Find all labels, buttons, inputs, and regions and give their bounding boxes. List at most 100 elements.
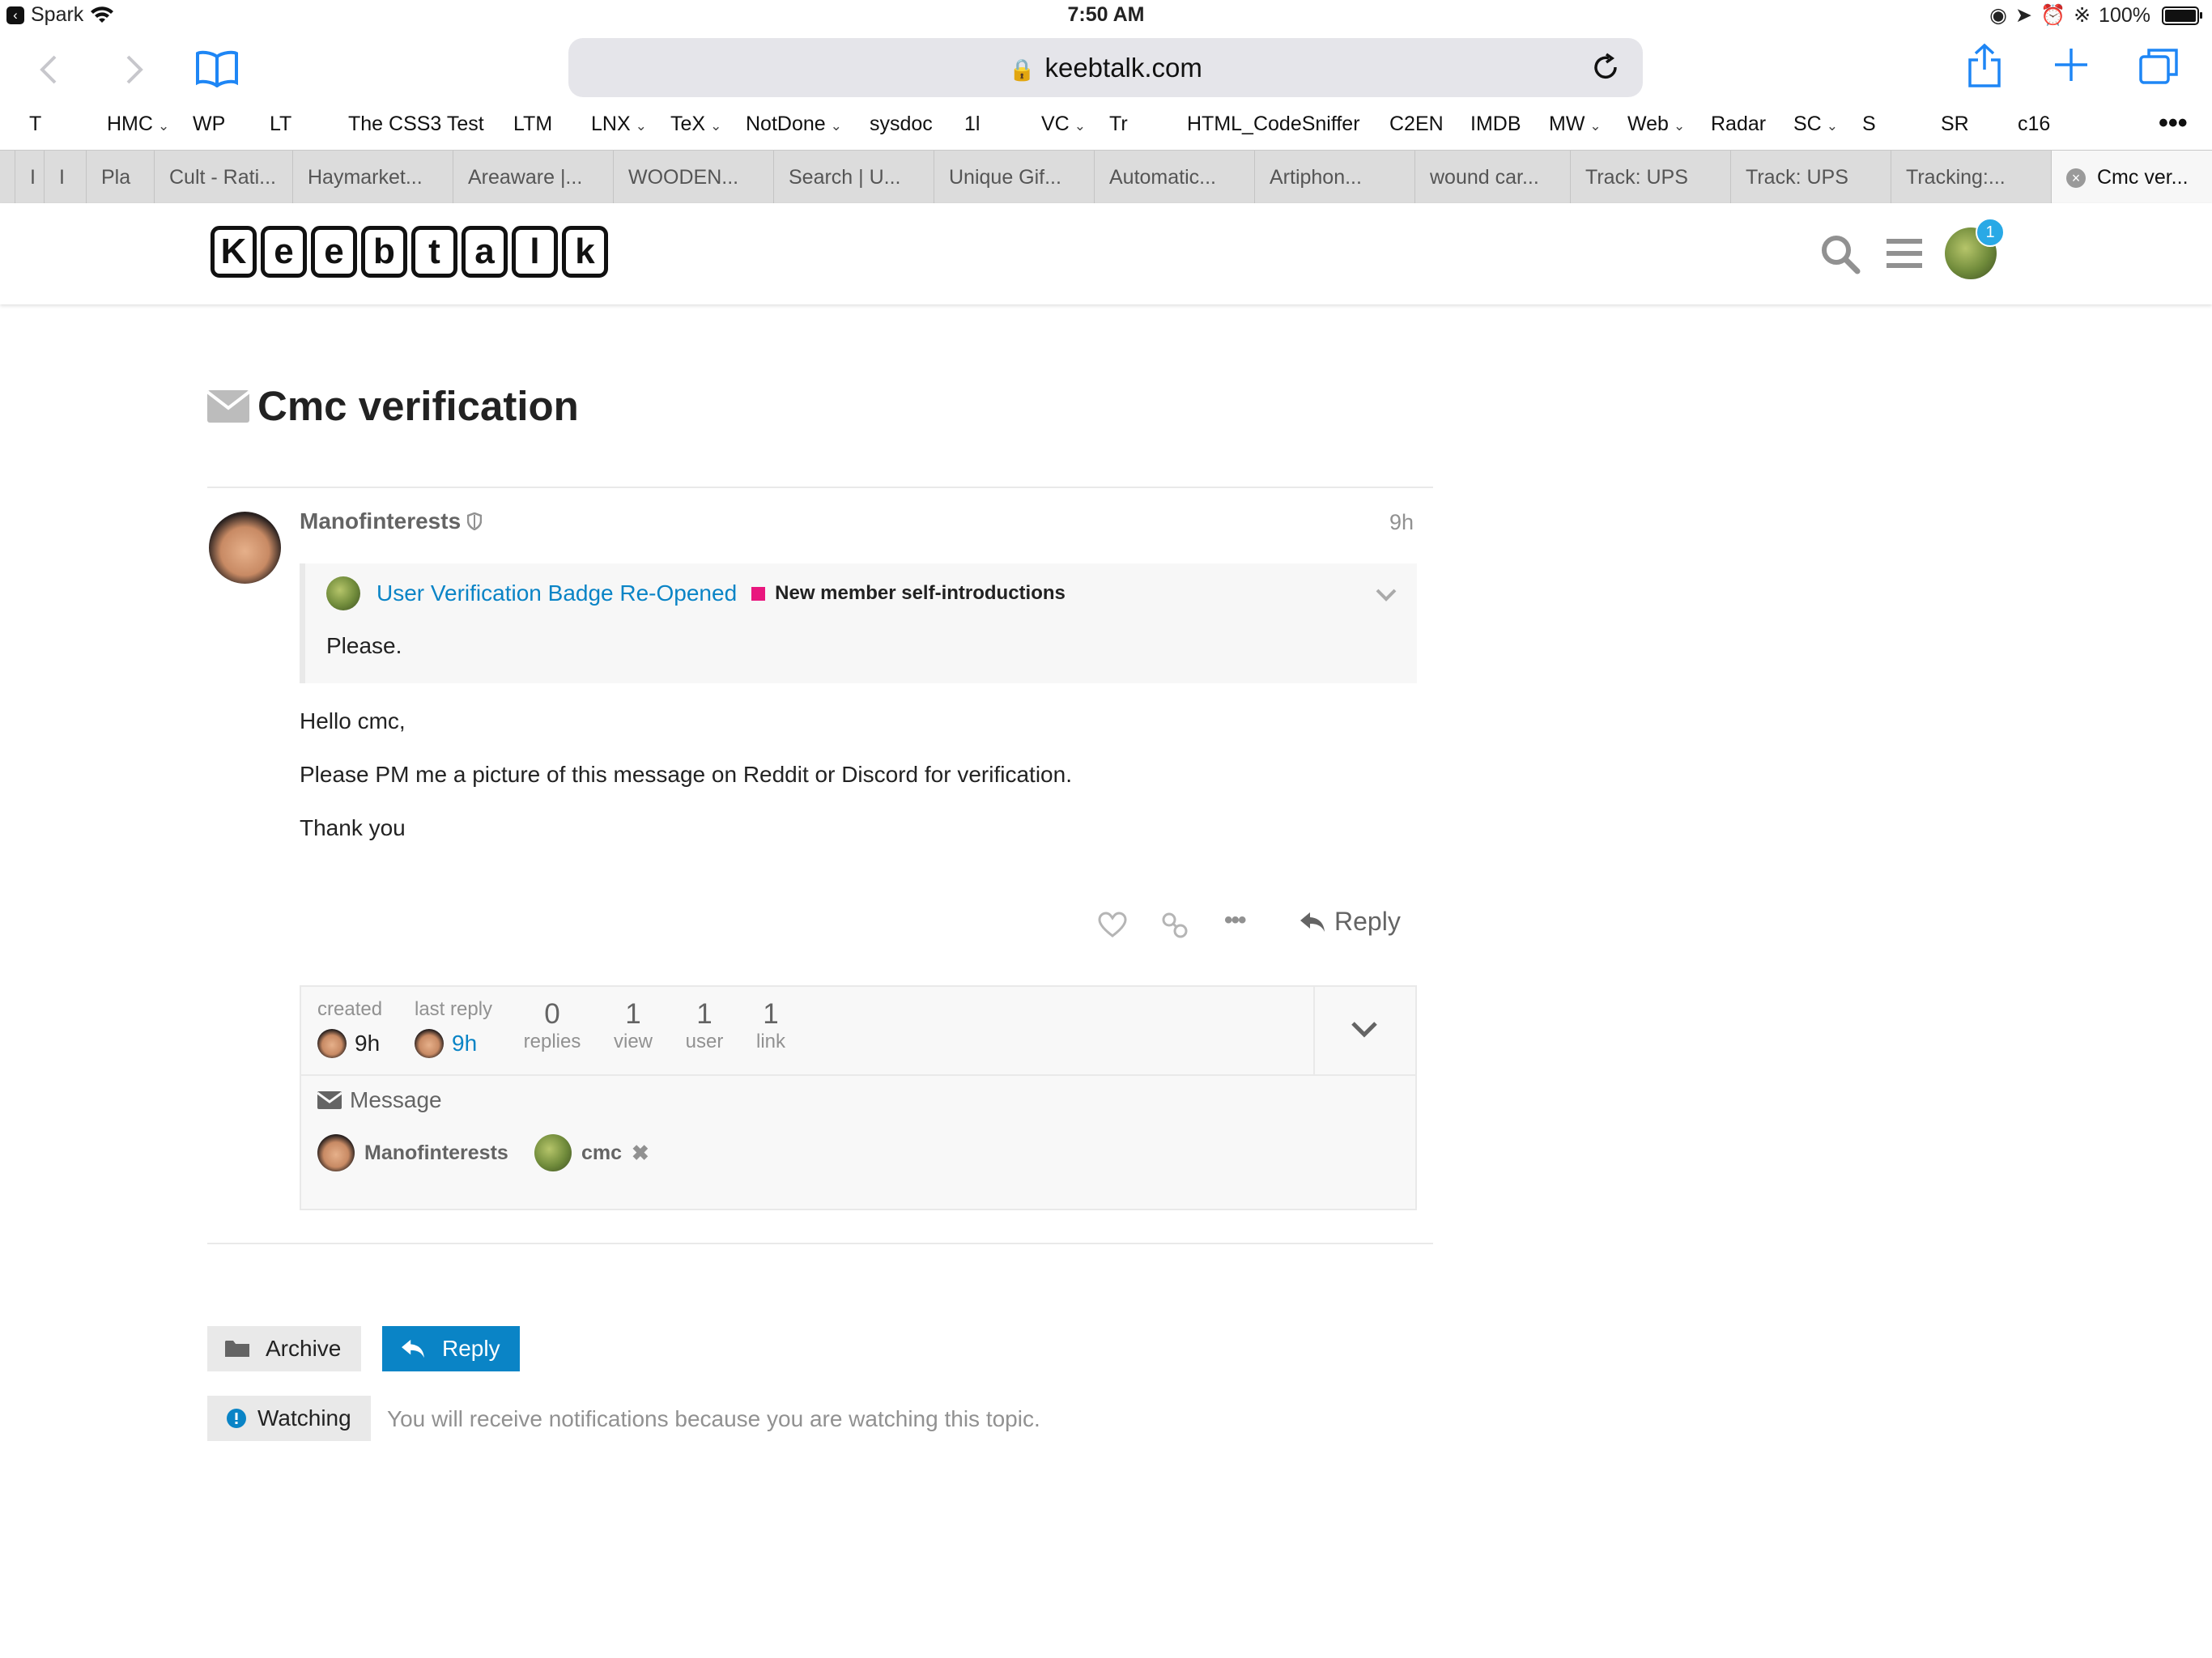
tab[interactable]: Track: UPS bbox=[1730, 151, 1891, 204]
tabs-overview-icon[interactable] bbox=[2138, 45, 2180, 86]
message-label: Message bbox=[350, 1087, 442, 1112]
bookmark-item[interactable]: T bbox=[29, 113, 41, 136]
site-header: K e e b t a l k 1 bbox=[0, 203, 2212, 304]
tab-bar: I I Pla Cult - Rati... Haymarket... Area… bbox=[0, 150, 2212, 205]
expand-map-chevron-icon[interactable] bbox=[1351, 1021, 1378, 1039]
logo-key: k bbox=[562, 226, 608, 278]
participant[interactable]: Manofinterests bbox=[317, 1134, 508, 1171]
stat-replies: 0 replies bbox=[520, 998, 585, 1053]
map-divider bbox=[301, 1074, 1415, 1076]
stat-views: 1 view bbox=[601, 998, 666, 1053]
reload-icon[interactable] bbox=[1591, 53, 1620, 82]
bookmark-item[interactable]: LTM bbox=[513, 113, 552, 136]
bookmark-folder[interactable]: LNX ⌄ bbox=[591, 113, 647, 136]
notification-level-button[interactable]: Watching bbox=[207, 1396, 371, 1441]
tab[interactable]: Areaware |... bbox=[453, 151, 613, 204]
new-tab-plus-icon[interactable] bbox=[2052, 45, 2091, 84]
like-heart-icon[interactable] bbox=[1098, 912, 1127, 937]
tab[interactable]: Track: UPS bbox=[1570, 151, 1730, 204]
tab-active[interactable]: × Cmc ver... bbox=[2051, 151, 2212, 204]
stat-value: 0 bbox=[544, 998, 560, 1030]
url-text: keebtalk.com bbox=[1044, 53, 1202, 83]
post-author-avatar[interactable] bbox=[209, 512, 281, 584]
share-icon[interactable] bbox=[1966, 42, 2003, 89]
bookmark-folder[interactable]: TeX ⌄ bbox=[670, 113, 721, 136]
last-replier-avatar bbox=[415, 1029, 444, 1058]
divider bbox=[207, 487, 1433, 488]
participant[interactable]: cmc ✖ bbox=[534, 1134, 649, 1171]
bookmark-item[interactable]: 1l bbox=[964, 113, 980, 136]
tab[interactable]: I bbox=[15, 151, 44, 204]
bookmark-folder[interactable]: Web ⌄ bbox=[1627, 113, 1685, 136]
bookmark-item[interactable]: Radar bbox=[1711, 113, 1766, 136]
back-arrow-icon[interactable] bbox=[36, 53, 62, 86]
bookmark-item[interactable]: SR bbox=[1941, 113, 1969, 136]
creator-avatar bbox=[317, 1029, 347, 1058]
tab[interactable]: Artiphon... bbox=[1254, 151, 1414, 204]
location-icon: ➤ bbox=[2015, 4, 2032, 27]
search-icon[interactable] bbox=[1820, 234, 1861, 274]
post-date[interactable]: 9h bbox=[1389, 510, 1414, 535]
post-reply-button[interactable]: Reply bbox=[1299, 907, 1401, 937]
participant-name: Manofinterests bbox=[364, 1141, 508, 1164]
logo-key: e bbox=[311, 226, 357, 278]
archive-label: Archive bbox=[266, 1336, 342, 1361]
share-link-icon[interactable] bbox=[1161, 912, 1189, 939]
reply-button[interactable]: Reply bbox=[382, 1326, 520, 1371]
participant-avatar bbox=[317, 1134, 355, 1171]
bookmark-item[interactable]: IMDB bbox=[1470, 113, 1521, 136]
bookmark-folder[interactable]: SC ⌄ bbox=[1793, 113, 1838, 136]
hamburger-menu-icon[interactable] bbox=[1887, 237, 1922, 270]
bookmark-item[interactable]: c16 bbox=[2018, 113, 2050, 136]
bookmark-item[interactable]: HTML_CodeSniffer bbox=[1187, 113, 1360, 136]
bookmark-folder[interactable]: MW ⌄ bbox=[1549, 113, 1602, 136]
tab[interactable]: Haymarket... bbox=[292, 151, 453, 204]
reply-button-label: Reply bbox=[442, 1336, 500, 1361]
more-bookmarks-icon[interactable]: ••• bbox=[2159, 108, 2188, 139]
last-reply-label: last reply bbox=[415, 998, 493, 1020]
quote-topic-link[interactable]: User Verification Badge Re-Opened bbox=[376, 580, 737, 606]
bookmark-item[interactable]: LT bbox=[270, 113, 291, 136]
archive-button[interactable]: Archive bbox=[207, 1326, 361, 1371]
forward-arrow-icon[interactable] bbox=[121, 53, 147, 86]
bookmark-item[interactable]: Tr bbox=[1109, 113, 1128, 136]
more-actions-icon[interactable]: ••• bbox=[1224, 907, 1246, 934]
tab[interactable]: WOODEN... bbox=[613, 151, 773, 204]
address-bar[interactable]: 🔒 keebtalk.com bbox=[568, 38, 1643, 97]
logo-key: a bbox=[462, 226, 508, 278]
created-info[interactable]: 9h bbox=[317, 1029, 380, 1058]
tab[interactable]: Cult - Rati... bbox=[154, 151, 306, 204]
stat-value: 1 bbox=[763, 998, 779, 1030]
tab[interactable]: Search | U... bbox=[773, 151, 934, 204]
tab[interactable]: Tracking:... bbox=[1891, 151, 2051, 204]
post-username[interactable]: Manofinterests bbox=[300, 508, 461, 534]
bookmark-folder[interactable]: VC ⌄ bbox=[1041, 113, 1086, 136]
remove-participant-icon[interactable]: ✖ bbox=[632, 1141, 649, 1166]
bookmark-folder[interactable]: HMC ⌄ bbox=[107, 113, 169, 136]
bookmark-folder[interactable]: NotDone ⌄ bbox=[746, 113, 842, 136]
last-reply-value: 9h bbox=[452, 1031, 478, 1056]
notification-badge[interactable]: 1 bbox=[1976, 218, 2005, 247]
quote-category[interactable]: New member self-introductions bbox=[775, 582, 1066, 605]
tab[interactable]: Pla bbox=[86, 151, 154, 204]
quote-avatar bbox=[326, 576, 360, 610]
chevron-down-icon: ⌄ bbox=[1673, 118, 1686, 134]
stat-links[interactable]: 1 link bbox=[738, 998, 803, 1053]
bookmark-item[interactable]: S bbox=[1862, 113, 1876, 136]
user-avatar[interactable]: 1 bbox=[1945, 218, 2005, 279]
tab[interactable]: Unique Gif... bbox=[934, 151, 1094, 204]
tab[interactable]: I bbox=[44, 151, 86, 204]
last-reply-info[interactable]: 9h bbox=[415, 1029, 477, 1058]
watching-label: Watching bbox=[257, 1405, 351, 1431]
site-logo[interactable]: K e e b t a l k bbox=[211, 226, 608, 278]
close-tab-icon[interactable]: × bbox=[2066, 168, 2086, 189]
bookmark-item[interactable]: sysdoc bbox=[870, 113, 933, 136]
bookmark-item[interactable]: C2EN bbox=[1389, 113, 1444, 136]
bookmarks-book-icon[interactable] bbox=[194, 49, 240, 87]
expand-quote-chevron-icon[interactable] bbox=[1375, 588, 1397, 602]
tab[interactable]: wound car... bbox=[1414, 151, 1570, 204]
tab[interactable]: Automatic... bbox=[1094, 151, 1254, 204]
bookmark-item[interactable]: The CSS3 Test bbox=[348, 113, 484, 136]
bookmark-item[interactable]: WP bbox=[193, 113, 225, 136]
chevron-down-icon: ⌄ bbox=[1589, 118, 1602, 134]
